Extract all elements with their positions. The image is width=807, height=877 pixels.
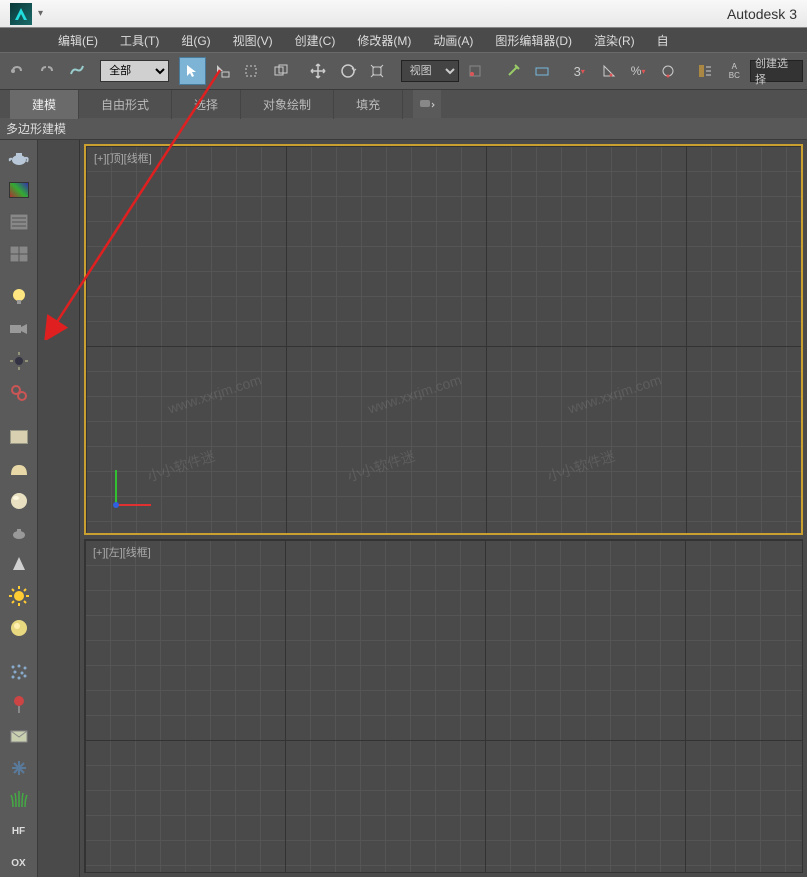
create-selection-set[interactable]: 创建选择 [750,60,803,82]
menu-view[interactable]: 视图(V) [223,29,283,52]
menu-rendering[interactable]: 渲染(R) [584,29,645,52]
named-sel-abc-icon[interactable]: ABC [721,57,748,85]
ribbon-tab-modeling[interactable]: 建模 [10,90,79,119]
glow-sphere-icon[interactable] [5,614,33,642]
axis-gizmo [106,465,156,515]
viewport-top[interactable]: [+][顶][线框] www.xxrjm.com 小小软件迷 www.xxrjm… [84,144,803,535]
ribbon-tab-freeform[interactable]: 自由形式 [79,90,172,119]
menu-modifiers[interactable]: 修改器(M) [347,29,421,52]
menu-custom[interactable]: 自 [647,29,679,52]
ribbon-tab-object-paint[interactable]: 对象绘制 [241,90,334,119]
asterisk-icon[interactable] [5,754,33,782]
menu-graph-editors[interactable]: 图形编辑器(D) [485,29,582,52]
menu-edit[interactable]: 编辑(E) [48,29,108,52]
title-bar: ▾ Autodesk 3 [0,0,807,28]
ox-text-icon[interactable]: OX [5,849,33,877]
rotate-icon[interactable] [334,57,361,85]
menu-bar: 编辑(E) 工具(T) 组(G) 视图(V) 创建(C) 修改器(M) 动画(A… [0,28,807,52]
percent-snap-icon[interactable]: %▾ [624,57,651,85]
select-object-icon[interactable] [179,57,206,85]
selection-filter-dropdown[interactable]: 全部 [100,60,169,82]
move-icon[interactable] [304,57,331,85]
sphere-icon[interactable] [5,487,33,515]
plane-icon[interactable] [5,423,33,451]
grass-icon[interactable] [5,786,33,814]
angle-snap-icon[interactable] [595,57,622,85]
ribbon-tab-selection[interactable]: 选择 [172,90,241,119]
teapot-icon[interactable] [5,144,33,172]
ref-coord-dropdown[interactable]: 视图 [401,60,460,82]
quick-access-arrow[interactable]: ▾ [38,8,43,19]
left-toolbar: HF OX [0,140,38,877]
light-bulb-icon[interactable] [5,283,33,311]
grid-panel-icon[interactable] [5,240,33,268]
ribbon-bar: 建模 自由形式 选择 对象绘制 填充 [0,90,807,118]
app-title: Autodesk 3 [727,6,797,22]
rect-region-icon[interactable] [238,57,265,85]
particles-icon[interactable] [5,658,33,686]
camera-icon[interactable] [5,315,33,343]
teapot-small-icon[interactable] [5,519,33,547]
spinner-snap-icon[interactable] [654,57,681,85]
menu-create[interactable]: 创建(C) [285,29,346,52]
menu-animation[interactable]: 动画(A) [423,29,483,52]
viewport-grid-major [86,146,801,533]
viewport-left-label[interactable]: [+][左][线框] [93,544,151,560]
ribbon-dropdown-icon[interactable] [413,90,441,118]
menu-tools[interactable]: 工具(T) [110,29,169,52]
sun-icon[interactable] [5,582,33,610]
edit-named-sel-icon[interactable] [691,57,718,85]
window-crossing-icon[interactable] [267,57,294,85]
hf-text-icon[interactable]: HF [5,817,33,845]
gradient-swatch-icon[interactable] [5,176,33,204]
keyboard-shortcut-icon[interactable] [528,57,555,85]
pivot-icon[interactable] [461,57,488,85]
pin-sphere-icon[interactable] [5,690,33,718]
viewport-left[interactable]: [+][左][线框] [84,539,803,873]
undo-link-icon[interactable] [4,57,31,85]
cone-icon[interactable] [5,550,33,578]
snap-3-icon[interactable]: 3▾ [566,57,593,85]
sunlight-icon[interactable] [5,347,33,375]
bind-icon[interactable] [63,57,90,85]
main-toolbar: 全部 视图 3▾ %▾ ABC 创建选择 [0,52,807,90]
viewport-top-label[interactable]: [+][顶][线框] [94,150,152,166]
list-panel-icon[interactable] [5,208,33,236]
select-by-name-icon[interactable] [208,57,235,85]
dome-icon[interactable] [5,455,33,483]
app-icon[interactable] [10,3,32,25]
viewport-gutter [38,140,80,877]
content-area: HF OX [+][顶][线框] www.xxrjm.com 小小软件迷 www… [0,140,807,877]
viewport-area: [+][顶][线框] www.xxrjm.com 小小软件迷 www.xxrjm… [80,140,807,877]
viewport-grid-major [85,540,802,872]
menu-group[interactable]: 组(G) [171,29,220,52]
manipulate-icon[interactable] [499,57,526,85]
ribbon-panel-label: 多边形建模 [0,118,807,140]
ribbon-tab-populate[interactable]: 填充 [334,90,403,119]
gears-icon[interactable] [5,379,33,407]
envelope-icon[interactable] [5,722,33,750]
unlink-icon[interactable] [33,57,60,85]
scale-icon[interactable] [363,57,390,85]
